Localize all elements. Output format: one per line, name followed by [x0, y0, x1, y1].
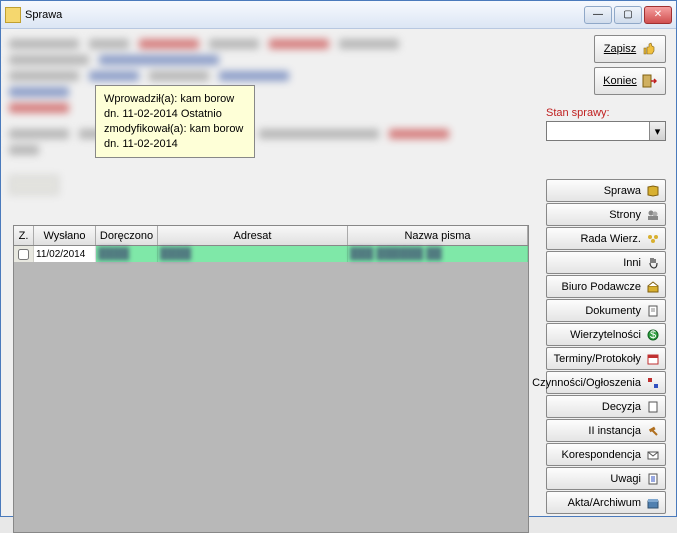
money-icon: $: [646, 328, 660, 342]
svg-text:$: $: [650, 329, 656, 341]
cell-doreczono: ████: [96, 246, 158, 262]
col-adresat[interactable]: Adresat: [158, 226, 348, 245]
sidebar-item-akta[interactable]: Akta/Archiwum: [546, 491, 666, 514]
sidebar-item-terminy[interactable]: Terminy/Protokoły: [546, 347, 666, 370]
sidebar-item-uwagi[interactable]: Uwagi: [546, 467, 666, 490]
col-nazwa[interactable]: Nazwa pisma: [348, 226, 528, 245]
maximize-button[interactable]: ▢: [614, 6, 642, 24]
mail-icon: [646, 448, 660, 462]
tooltip: Wprowadził(a): kam borow dn. 11-02-2014 …: [95, 85, 255, 158]
cell-checkbox[interactable]: [14, 246, 34, 262]
titlebar: Sprawa — ▢ ✕: [1, 1, 676, 29]
sidebar-item-wierzytelnosci[interactable]: Wierzytelności $: [546, 323, 666, 346]
archive-icon: [646, 496, 660, 510]
tooltip-line: dn. 11-02-2014 Ostatnio: [104, 107, 246, 122]
stan-select[interactable]: ▾: [546, 121, 666, 141]
sidebar-item-rada-wierz[interactable]: Rada Wierz.: [546, 227, 666, 250]
tooltip-line: zmodyfikował(a): kam borow: [104, 122, 246, 137]
col-wyslano[interactable]: Wysłano: [34, 226, 96, 245]
koniec-label: Koniec: [603, 75, 637, 87]
close-button[interactable]: ✕: [644, 6, 672, 24]
sidebar-item-korespondencja[interactable]: Korespondencja: [546, 443, 666, 466]
sidebar-item-strony[interactable]: Strony: [546, 203, 666, 226]
grid-header: Z. Wysłano Doręczono Adresat Nazwa pisma: [14, 226, 528, 246]
tooltip-line: dn. 11-02-2014: [104, 137, 246, 152]
chevron-down-icon: ▾: [649, 122, 665, 140]
stan-label: Stan sprawy:: [546, 107, 666, 119]
book-icon: [646, 184, 660, 198]
col-doreczono[interactable]: Doręczono: [96, 226, 158, 245]
sidebar-item-biuro[interactable]: Biuro Podawcze: [546, 275, 666, 298]
cell-nazwa: ███ ██████ ██: [348, 246, 528, 262]
app-icon: [5, 7, 21, 23]
correspondence-grid: Z. Wysłano Doręczono Adresat Nazwa pisma…: [13, 225, 529, 533]
sidebar-item-czynnosci[interactable]: Czynności/Ogłoszenia: [546, 371, 666, 394]
window-title: Sprawa: [25, 9, 584, 21]
window: Sprawa — ▢ ✕ Wprowadził(a): kam borow dn…: [0, 0, 677, 517]
page-icon: [646, 400, 660, 414]
zapisz-button[interactable]: Zapisz: [594, 35, 666, 63]
koniec-button[interactable]: Koniec: [594, 67, 666, 95]
cell-wyslano: 11/02/2014: [34, 246, 96, 262]
note-icon: [646, 472, 660, 486]
calendar-icon: [646, 352, 660, 366]
hand-icon: [646, 256, 660, 270]
sidebar-item-sprawa[interactable]: Sprawa: [546, 179, 666, 202]
thumbs-up-icon: [640, 41, 656, 57]
table-row[interactable]: 11/02/2014 ████ ████ ███ ██████ ██: [14, 246, 528, 262]
sidebar-item-decyzja[interactable]: Decyzja: [546, 395, 666, 418]
col-z[interactable]: Z.: [14, 226, 34, 245]
people-icon: [646, 208, 660, 222]
tools-icon: [646, 376, 660, 390]
sidebar-item-dokumenty[interactable]: Dokumenty: [546, 299, 666, 322]
gavel-icon: [646, 424, 660, 438]
side-nav: Sprawa Strony Rada Wierz. Inni Biuro Pod…: [546, 179, 666, 515]
minimize-button[interactable]: —: [584, 6, 612, 24]
cell-adresat: ████: [158, 246, 348, 262]
form-blurred-area: [9, 35, 529, 215]
tooltip-line: Wprowadził(a): kam borow: [104, 92, 246, 107]
row-checkbox[interactable]: [18, 249, 29, 260]
group-icon: [646, 232, 660, 246]
zapisz-label: Zapisz: [604, 43, 636, 55]
sidebar-item-inni[interactable]: Inni: [546, 251, 666, 274]
sidebar-item-ii-instancja[interactable]: II instancja: [546, 419, 666, 442]
exit-icon: [641, 73, 657, 89]
inbox-icon: [646, 280, 660, 294]
document-icon: [646, 304, 660, 318]
